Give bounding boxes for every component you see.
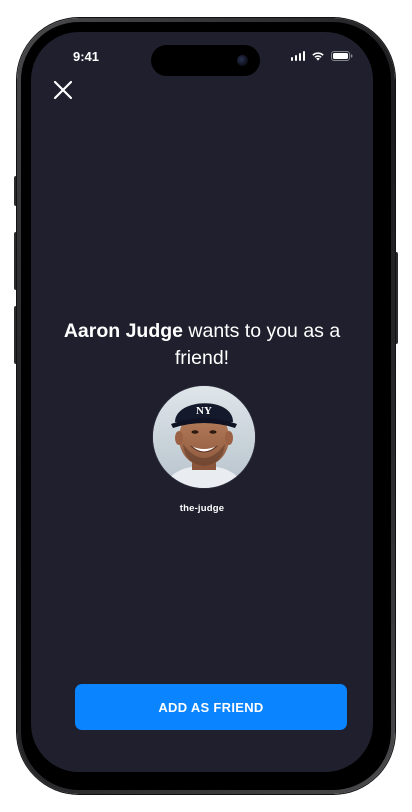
status-icons [290,51,354,61]
battery-icon [331,51,353,61]
profile-photo: NY [153,386,255,488]
wifi-icon [311,51,325,61]
invite-message: Aaron Judge wants to you as a friend! [51,318,353,372]
front-camera-icon [237,55,248,66]
avatar: NY [152,385,256,489]
dynamic-island [151,45,260,76]
close-button[interactable] [51,78,75,102]
cellular-signal-icon [290,51,305,61]
cap-logo-icon: NY [196,405,212,417]
status-time: 9:41 [73,49,100,64]
app-screen: 9:41 Aaron Judge wants to you as a frien… [31,32,373,772]
close-icon [53,80,73,100]
username: the-judge [179,503,225,514]
invite-message-text: wants to you as a friend! [174,320,341,369]
sender-name: Aaron Judge [63,320,183,342]
device-mockup: 9:41 Aaron Judge wants to you as a frien… [0,0,412,812]
add-as-friend-button[interactable]: ADD AS FRIEND [75,684,347,730]
